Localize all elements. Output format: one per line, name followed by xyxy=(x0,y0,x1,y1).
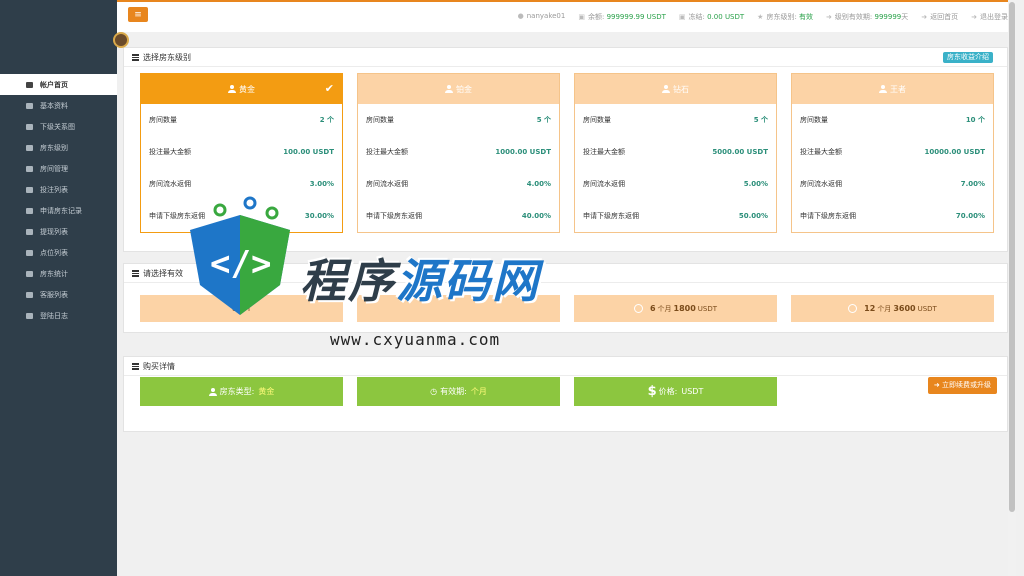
exit-icon: ➜ xyxy=(921,13,928,21)
sidebar-item-login-log[interactable]: 登陆日志 xyxy=(0,305,117,326)
sidebar-item-points[interactable]: 点位列表 xyxy=(0,242,117,263)
top-bar: ≡ ● nanyake01 ▣ 余额: 999999.99 USDT ▣ 冻结: 0.… xyxy=(117,0,1016,32)
home-icon xyxy=(26,81,33,88)
arrow-icon: ➜ xyxy=(933,381,942,389)
clock-icon xyxy=(633,304,643,313)
menu-toggle-button[interactable]: ≡ xyxy=(128,7,148,22)
level-status: 有效 xyxy=(799,13,814,21)
level-card-platinum[interactable]: 铂金 房间数量 5 个 投注最大金额 1000.00 USDT 房间流水返佣 4.00… xyxy=(357,73,560,233)
arrow-icon: ➜ xyxy=(826,13,832,21)
sidebar-item-rooms[interactable]: 房间管理 xyxy=(0,158,117,179)
logout-icon: ➜ xyxy=(971,13,977,21)
main-content: ≡ ● nanyake01 ▣ 余额: 999999.99 USDT ▣ 冻结: 0.… xyxy=(117,0,1016,576)
frozen-value: 0.00 xyxy=(707,13,723,21)
username: nanyake01 xyxy=(526,12,566,20)
sidebar-item-support[interactable]: 客服列表 xyxy=(0,284,117,305)
sidebar-item-home[interactable]: 帐户首页 xyxy=(0,74,117,95)
user-icon xyxy=(662,85,670,93)
sidebar-item-profile[interactable]: 基本资料 xyxy=(0,95,117,116)
purchase-price: $ 价格: USDT xyxy=(574,377,777,406)
sidebar-item-bets[interactable]: 投注列表 xyxy=(0,179,117,200)
wallet-icon: ▣ xyxy=(578,13,585,21)
list-icon xyxy=(26,123,33,130)
purchase-type: 房东类型: 黄金 xyxy=(140,377,343,406)
home-link[interactable]: ➜ 返回首页 xyxy=(921,12,958,22)
list-icon xyxy=(132,53,139,61)
purchase-panel: 购买详情 房东类型: 黄金 ◷ 有效期: 个月 $ 价格: USDT ➜ 立即续费或升级 xyxy=(123,356,1008,432)
scrollbar-thumb[interactable] xyxy=(1009,2,1015,512)
star-icon: ★ xyxy=(757,13,764,21)
period-panel: 请选择有效 USDT 6 个月 1800 USDT 12 个月 3600 USDT xyxy=(123,263,1008,333)
user-icon: ● xyxy=(517,12,524,20)
list-icon xyxy=(132,269,139,277)
landlord-income-intro-button[interactable]: 房东收益介绍 xyxy=(943,52,993,63)
clock-icon xyxy=(848,304,858,313)
level-card-gold[interactable]: 黄金 ✔ 房间数量 2 个 投注最大金额 100.00 USDT 房间流水返佣 3.00… xyxy=(140,73,343,233)
diamond-icon xyxy=(26,228,33,235)
sidebar-item-applications[interactable]: 申请房东记录 xyxy=(0,200,117,221)
sidebar-item-landlord-level[interactable]: 房东级别 xyxy=(0,137,117,158)
expire-days: 999999 xyxy=(874,13,902,21)
period-panel-title: 请选择有效 xyxy=(143,268,183,278)
bank-icon xyxy=(26,144,33,151)
user-icon xyxy=(879,85,887,93)
dollar-icon: $ xyxy=(647,384,657,399)
period-option-12[interactable]: 12 个月 3600 USDT xyxy=(791,295,994,322)
list-icon xyxy=(26,186,33,193)
vertical-scrollbar[interactable] xyxy=(1008,0,1016,576)
check-icon: ✔ xyxy=(324,82,334,95)
sidebar-item-withdrawals[interactable]: 提现列表 xyxy=(0,221,117,242)
hamburger-icon: ≡ xyxy=(134,9,142,20)
purchase-period: ◷ 有效期: 个月 xyxy=(357,377,560,406)
sidebar-item-stats[interactable]: 房东统计 xyxy=(0,263,117,284)
user-icon xyxy=(208,387,217,396)
bank-icon xyxy=(26,165,33,172)
list-icon xyxy=(132,362,139,370)
renew-upgrade-button[interactable]: ➜ 立即续费或升级 xyxy=(927,377,997,394)
period-option-2[interactable] xyxy=(357,295,560,322)
calendar-icon xyxy=(26,249,33,256)
sidebar-nav: 帐户首页 基本资料 下级关系图 房东级别 房间管理 投注列表 申请房东记录 提现… xyxy=(0,74,117,326)
sidebar: 帐户首页 基本资料 下级关系图 房东级别 房间管理 投注列表 申请房东记录 提现… xyxy=(0,0,117,576)
chart-icon xyxy=(26,270,33,277)
doc-icon xyxy=(26,312,33,319)
frozen-icon: ▣ xyxy=(678,13,686,21)
level-panel: 选择房东级别 房东收益介绍 黄金 ✔ 房间数量 2 个 投注最大金额 100.00 U… xyxy=(123,47,1008,252)
account-summary: ● nanyake01 ▣ 余额: 999999.99 USDT ▣ 冻结: 0.00… xyxy=(517,12,1008,22)
card-icon xyxy=(26,102,33,109)
sidebar-item-subordinates[interactable]: 下级关系图 xyxy=(0,116,117,137)
period-option-1[interactable]: USDT xyxy=(140,295,343,322)
level-panel-title: 选择房东级别 xyxy=(143,52,191,62)
users-icon xyxy=(26,291,33,298)
logout-link[interactable]: ➜ 退出登录 xyxy=(971,12,1008,22)
purchase-panel-title: 购买详情 xyxy=(143,361,175,371)
level-card-diamond[interactable]: 钻石 房间数量 5 个 投注最大金额 5000.00 USDT 房间流水返佣 5.00… xyxy=(574,73,777,233)
clock-icon: ◷ xyxy=(430,387,438,396)
level-card-king[interactable]: 王者 房间数量 10 个 投注最大金额 10000.00 USDT 房间流水返佣 7.… xyxy=(791,73,994,233)
user-icon xyxy=(228,85,236,93)
balance-value: 999999.99 xyxy=(606,13,645,21)
diamond-icon xyxy=(26,207,33,214)
avatar xyxy=(113,32,129,48)
period-option-6[interactable]: 6 个月 1800 USDT xyxy=(574,295,777,322)
user-icon xyxy=(445,85,453,93)
